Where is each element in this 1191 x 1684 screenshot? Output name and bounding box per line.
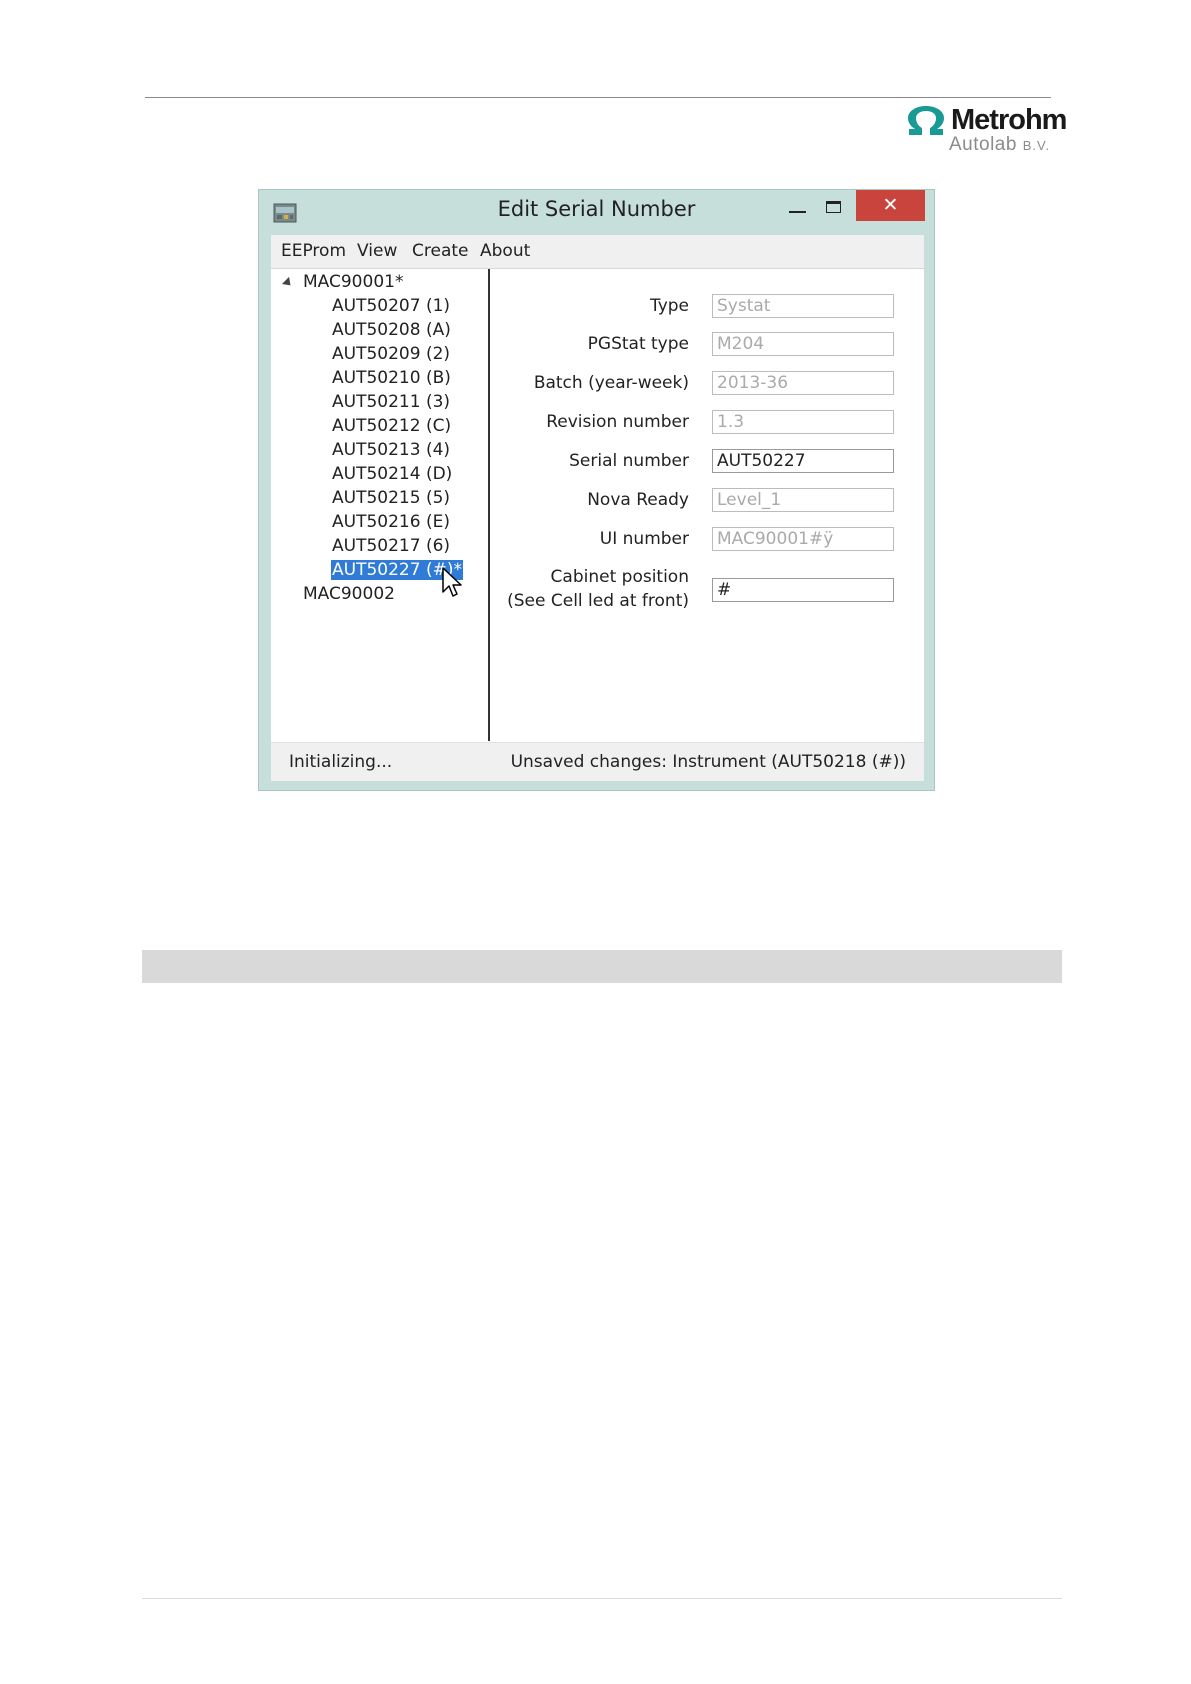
tree-item-child[interactable]: AUT50215 (5) [332, 487, 450, 509]
logo-sub-name: Autolab [949, 134, 1017, 155]
batch-label: Batch (year-week) [533, 373, 689, 393]
tree-item-child[interactable]: AUT50217 (6) [332, 535, 450, 557]
tree-item-child[interactable]: AUT50210 (B) [332, 367, 451, 389]
tree-item-child[interactable]: AUT50213 (4) [332, 439, 450, 461]
logo-brand-text: Metrohm [951, 104, 1067, 136]
window-client: EEProm View Create About MAC90001* AUT50… [271, 235, 924, 781]
tree-item-child[interactable]: AUT50208 (A) [332, 319, 451, 341]
title-bar[interactable]: Edit Serial Number ✕ [259, 190, 934, 235]
pgstat-type-field[interactable]: M204 [712, 332, 894, 356]
menu-eeprom[interactable]: EEProm [281, 241, 346, 261]
menu-create[interactable]: Create [412, 241, 469, 261]
batch-field[interactable]: 2013-36 [712, 371, 894, 395]
type-field[interactable]: Systat [712, 294, 894, 318]
omega-logo-icon [908, 106, 944, 135]
cabinet-position-label: Cabinet position [550, 567, 689, 587]
ui-number-label: UI number [599, 529, 689, 549]
tree-item-child[interactable]: AUT50212 (C) [332, 415, 451, 437]
section-band [142, 950, 1062, 983]
ui-number-field[interactable]: MAC90001#ÿ [712, 527, 894, 551]
minimize-button[interactable] [783, 198, 811, 222]
expand-collapse-icon[interactable] [281, 276, 295, 289]
cabinet-position-field[interactable]: # [712, 578, 894, 602]
mouse-pointer-icon [442, 567, 462, 597]
content-area: MAC90001* AUT50207 (1) AUT50208 (A) AUT5… [271, 269, 924, 741]
tree-item-mac90001[interactable]: MAC90001* [303, 271, 403, 293]
tree-item-mac90002[interactable]: MAC90002 [303, 583, 395, 605]
status-bar: Initializing... Unsaved changes: Instrum… [271, 742, 924, 781]
tree-item-child[interactable]: AUT50207 (1) [332, 295, 450, 317]
status-text: Initializing... [289, 752, 393, 772]
metrohm-logo: Metrohm Autolab B.V. [905, 103, 1067, 159]
nova-ready-label: Nova Ready [587, 490, 689, 510]
tree-item-child[interactable]: AUT50214 (D) [332, 463, 452, 485]
menu-bar: EEProm View Create About [271, 235, 924, 269]
close-button[interactable]: ✕ [856, 190, 925, 221]
logo-sub-suffix: B.V. [1022, 138, 1051, 153]
maximize-button[interactable] [821, 198, 849, 222]
tree-item-child[interactable]: AUT50209 (2) [332, 343, 450, 365]
menu-view[interactable]: View [357, 241, 397, 261]
serial-number-label: Serial number [569, 451, 689, 471]
tree-item-child[interactable]: AUT50216 (E) [332, 511, 450, 533]
cabinet-position-hint: (See Cell led at front) [507, 591, 689, 611]
serial-number-field[interactable]: AUT50227 [712, 449, 894, 473]
type-label: Type [649, 296, 689, 316]
tree-item-child[interactable]: AUT50211 (3) [332, 391, 450, 413]
nova-ready-field[interactable]: Level_1 [712, 488, 894, 512]
pgstat-type-label: PGStat type [587, 334, 689, 354]
property-form: Type Systat PGStat type M204 Batch (year… [490, 269, 924, 741]
logo-sub-text: Autolab B.V. [949, 134, 1050, 157]
close-icon: ✕ [882, 194, 899, 216]
device-tree[interactable]: MAC90001* AUT50207 (1) AUT50208 (A) AUT5… [271, 269, 490, 741]
revision-number-label: Revision number [546, 412, 689, 432]
menu-about[interactable]: About [480, 241, 530, 261]
unsaved-changes-text: Unsaved changes: Instrument (AUT50218 (#… [510, 752, 906, 772]
top-rule [145, 97, 1051, 98]
revision-number-field[interactable]: 1.3 [712, 410, 894, 434]
footer-rule [142, 1598, 1062, 1599]
edit-serial-number-window: Edit Serial Number ✕ EEProm View Create … [258, 189, 935, 791]
